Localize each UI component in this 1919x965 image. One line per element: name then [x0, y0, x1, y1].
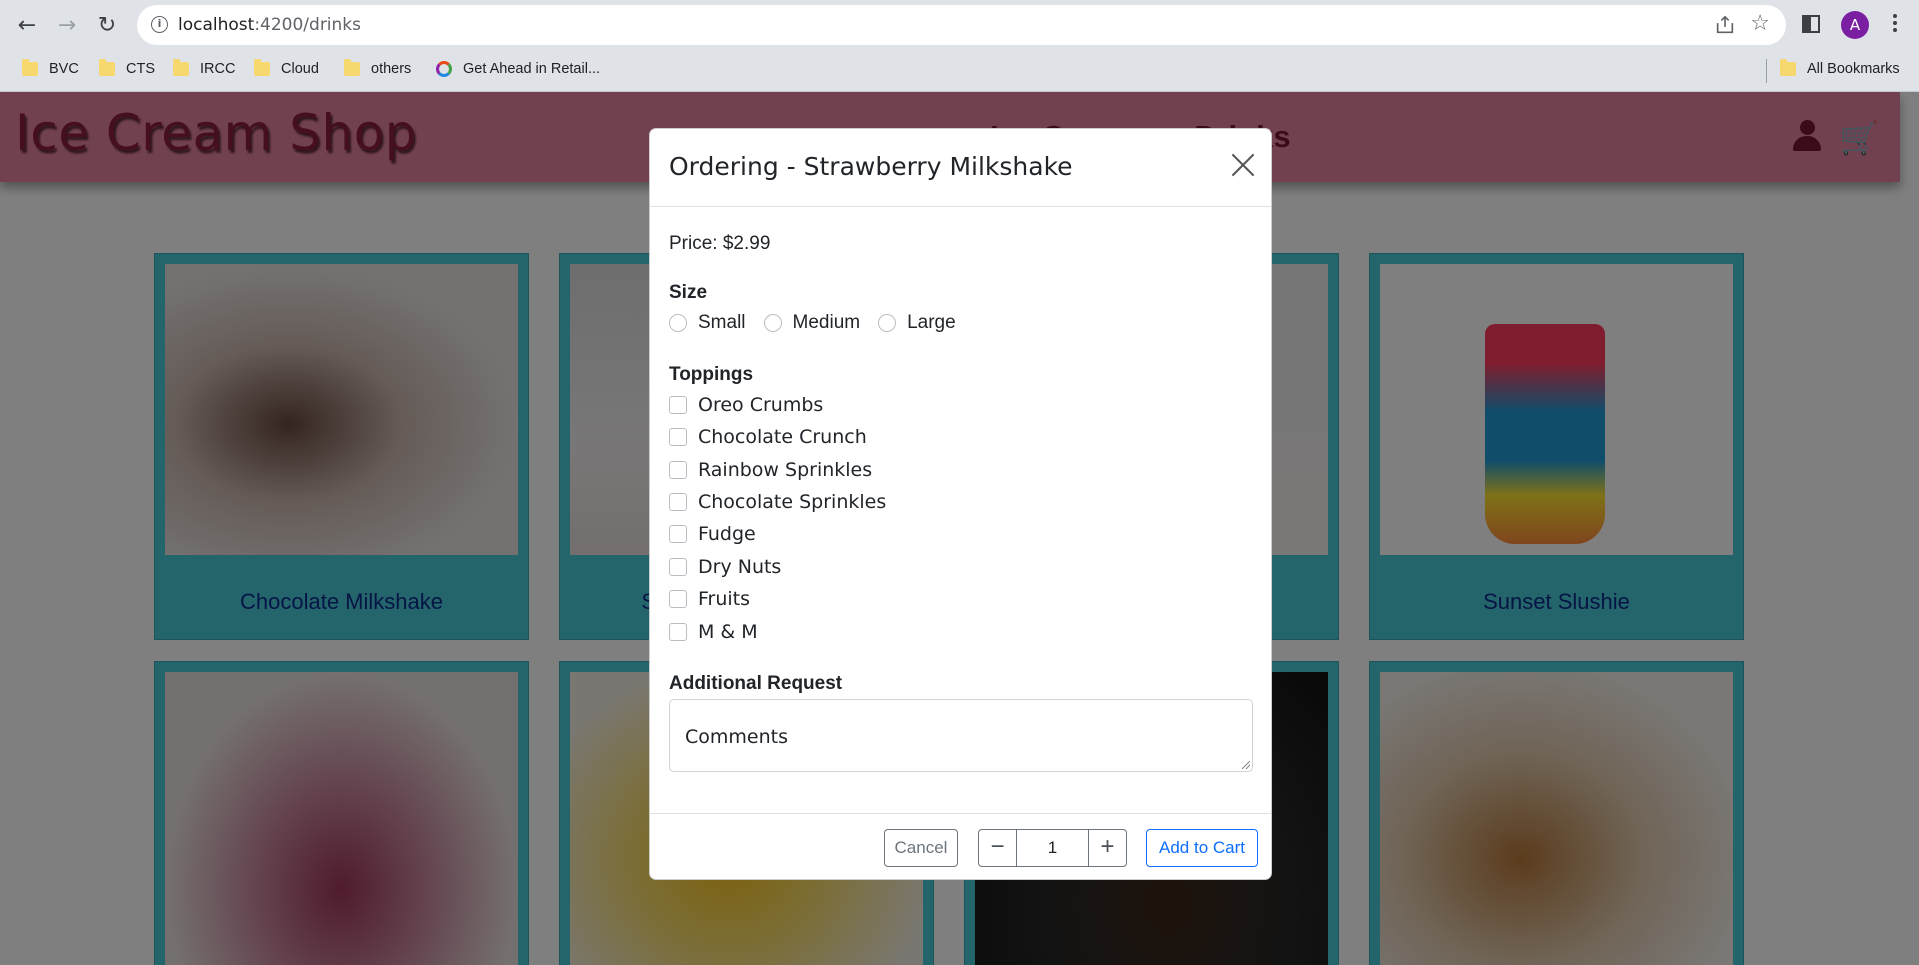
bookmark-label: IRCC	[200, 61, 236, 77]
bookmark-cloud[interactable]: Cloud	[254, 59, 319, 77]
size-label-small: Small	[698, 312, 746, 333]
topping-oreo-crumbs[interactable]: Oreo Crumbs	[669, 394, 823, 416]
back-icon[interactable]: ←	[14, 12, 40, 38]
price-text: Price: $2.99	[669, 233, 771, 254]
folder-icon	[99, 59, 115, 76]
size-option-medium[interactable]: Medium	[763, 312, 861, 334]
quantity-stepper: − 1 +	[978, 829, 1127, 867]
bookmark-label: CTS	[126, 61, 155, 77]
site-info-icon[interactable]: i	[151, 16, 168, 33]
checkbox[interactable]	[669, 493, 687, 511]
folder-icon	[344, 59, 360, 76]
topping-chocolate-crunch[interactable]: Chocolate Crunch	[669, 426, 867, 448]
topping-rainbow-sprinkles[interactable]: Rainbow Sprinkles	[669, 459, 872, 481]
additional-request-label: Additional Request	[669, 673, 843, 694]
url-path: :4200/drinks	[254, 15, 362, 35]
modal-header: Ordering - Strawberry Milkshake	[650, 129, 1271, 207]
forward-icon[interactable]: →	[54, 12, 80, 38]
close-icon[interactable]	[1231, 153, 1255, 177]
bookmark-label: Get Ahead in Retail...	[463, 61, 601, 77]
topping-m-and-m[interactable]: M & M	[669, 621, 758, 643]
radio-button[interactable]	[763, 314, 782, 332]
add-to-cart-button[interactable]: Add to Cart	[1146, 829, 1258, 867]
bookmarks-divider	[1766, 59, 1767, 83]
bookmark-cts[interactable]: CTS	[99, 59, 155, 77]
url-text[interactable]: localhost:4200/drinks	[178, 15, 361, 35]
folder-icon	[1780, 59, 1796, 76]
checkbox[interactable]	[669, 558, 687, 576]
profile-avatar[interactable]: A	[1841, 11, 1869, 39]
size-option-small[interactable]: Small	[669, 312, 746, 334]
topping-label: Chocolate Sprinkles	[698, 491, 887, 513]
size-label: Size	[669, 282, 708, 303]
checkbox[interactable]	[669, 623, 687, 641]
topping-label: M & M	[698, 621, 758, 643]
size-option-large[interactable]: Large	[878, 312, 956, 334]
share-icon[interactable]	[1714, 14, 1736, 36]
all-bookmarks[interactable]: All Bookmarks	[1780, 59, 1900, 77]
checkbox[interactable]	[669, 525, 687, 543]
comments-textarea[interactable]: Comments	[669, 699, 1253, 772]
bookmark-others[interactable]: others	[344, 59, 412, 77]
comments-placeholder: Comments	[685, 726, 788, 748]
checkbox[interactable]	[669, 428, 687, 446]
modal-title: Ordering - Strawberry Milkshake	[669, 152, 1073, 181]
topping-label: Dry Nuts	[698, 556, 782, 578]
bookmark-label: others	[371, 61, 412, 77]
topping-label: Oreo Crumbs	[698, 394, 824, 416]
bookmark-ircc[interactable]: IRCC	[173, 59, 236, 77]
url-host: localhost	[178, 15, 255, 35]
bookmark-get-ahead[interactable]: Get Ahead in Retail...	[436, 61, 600, 77]
browser-toolbar: ← → ↻ i localhost:4200/drinks ☆ A	[0, 0, 1919, 50]
topping-label: Fudge	[698, 523, 756, 545]
bookmark-label: All Bookmarks	[1807, 61, 1900, 77]
folder-icon	[173, 59, 189, 76]
radio-button[interactable]	[669, 314, 687, 332]
bookmark-label: Cloud	[281, 61, 319, 77]
toppings-label: Toppings	[669, 364, 754, 385]
site-favicon-icon	[436, 61, 452, 77]
checkbox[interactable]	[669, 396, 687, 414]
folder-icon	[254, 59, 270, 76]
address-bar[interactable]: i localhost:4200/drinks ☆	[137, 5, 1786, 45]
folder-icon	[22, 59, 38, 76]
reload-icon[interactable]: ↻	[94, 12, 120, 38]
bookmarks-bar: BVC CTS IRCC Cloud others Get Ahead in R…	[0, 50, 1919, 92]
topping-dry-nuts[interactable]: Dry Nuts	[669, 556, 781, 578]
bookmark-label: BVC	[49, 61, 79, 77]
decrement-button[interactable]: −	[979, 830, 1016, 866]
bookmark-star-icon[interactable]: ☆	[1750, 11, 1770, 36]
topping-label: Rainbow Sprinkles	[698, 459, 873, 481]
topping-fruits[interactable]: Fruits	[669, 588, 750, 610]
order-modal: Ordering - Strawberry Milkshake Price: $…	[649, 128, 1272, 880]
size-label-medium: Medium	[792, 312, 861, 333]
side-panel-icon[interactable]	[1802, 15, 1820, 33]
increment-button[interactable]: +	[1089, 830, 1126, 866]
topping-label: Fruits	[698, 588, 751, 610]
checkbox[interactable]	[669, 590, 687, 608]
topping-chocolate-sprinkles[interactable]: Chocolate Sprinkles	[669, 491, 886, 513]
browser-menu-icon[interactable]	[1893, 14, 1897, 35]
cancel-button[interactable]: Cancel	[884, 829, 958, 867]
modal-footer: Cancel − 1 + Add to Cart	[650, 813, 1271, 881]
radio-button[interactable]	[878, 314, 897, 332]
quantity-input[interactable]: 1	[1016, 830, 1089, 866]
topping-label: Chocolate Crunch	[698, 426, 867, 448]
size-options: Small Medium Large	[669, 312, 974, 334]
size-label-large: Large	[907, 312, 956, 333]
checkbox[interactable]	[669, 461, 687, 479]
topping-fudge[interactable]: Fudge	[669, 523, 756, 545]
bookmark-bvc[interactable]: BVC	[22, 59, 79, 77]
